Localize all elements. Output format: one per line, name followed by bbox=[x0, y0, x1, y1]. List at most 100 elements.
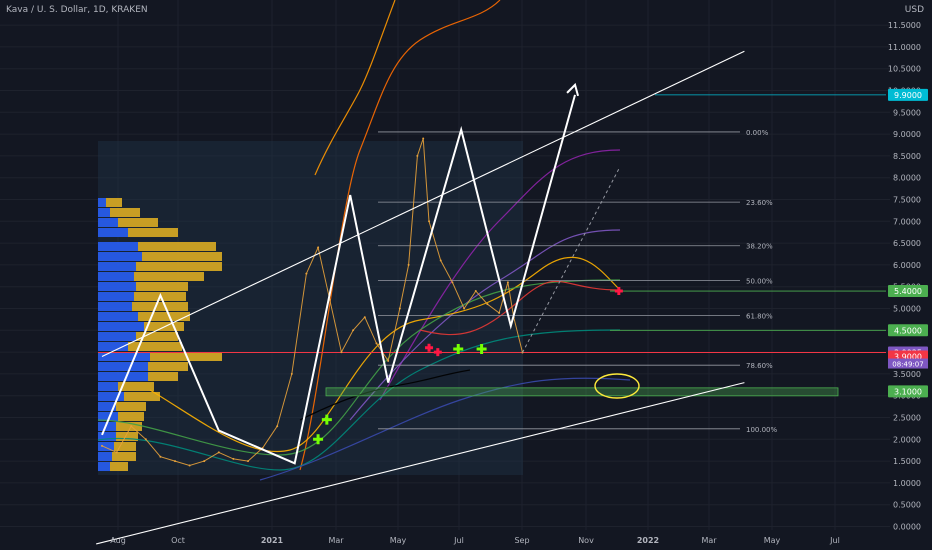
volume-up-bar bbox=[98, 372, 148, 381]
y-tick-label: 0.0000 bbox=[893, 523, 921, 532]
volume-down-bar bbox=[118, 412, 144, 421]
y-tick-label: 1.5000 bbox=[893, 457, 921, 466]
price-tag-label: 4.5000 bbox=[894, 326, 922, 335]
price-chart[interactable]: 0.00% 23.60% 38.20% 50.00% 61.80% 78.60% 100.0… bbox=[0, 0, 932, 550]
price-point bbox=[188, 464, 191, 467]
price-point bbox=[159, 455, 162, 458]
price-point bbox=[247, 460, 249, 463]
x-tick-label: Jul bbox=[829, 536, 840, 545]
volume-up-bar bbox=[98, 262, 136, 271]
price-tag-label: 9.9000 bbox=[894, 91, 922, 100]
volume-down-bar bbox=[116, 402, 146, 411]
price-tag-label: 5.4000 bbox=[894, 287, 922, 296]
volume-up-bar bbox=[98, 312, 138, 321]
price-point bbox=[486, 303, 489, 306]
y-tick-label: 6.0000 bbox=[893, 261, 921, 270]
x-tick-label: Mar bbox=[328, 536, 344, 545]
fib-level-label: 78.60% bbox=[746, 362, 773, 370]
volume-down-bar bbox=[138, 312, 190, 321]
volume-up-bar bbox=[98, 208, 110, 217]
volume-down-bar bbox=[138, 242, 216, 251]
price-point bbox=[290, 372, 293, 375]
volume-down-bar bbox=[142, 252, 222, 261]
volume-up-bar bbox=[98, 452, 112, 461]
volume-up-bar bbox=[98, 382, 118, 391]
x-tick-label: 2021 bbox=[261, 536, 284, 545]
price-point bbox=[101, 444, 103, 447]
volume-up-bar bbox=[98, 272, 134, 281]
x-tick-label: Mar bbox=[701, 536, 717, 545]
price-point bbox=[130, 425, 133, 428]
price-point bbox=[340, 351, 343, 354]
price-point bbox=[174, 460, 176, 463]
time-axis[interactable]: Aug Oct 2021 Mar May Jul Sep Nov 2022 Mar May Jul bbox=[110, 536, 840, 545]
fib-level-label: 100.00% bbox=[746, 426, 777, 434]
y-tick-label: 11.5000 bbox=[888, 21, 921, 30]
x-tick-label: 2022 bbox=[637, 536, 659, 545]
volume-up-bar bbox=[98, 462, 110, 471]
x-tick-label: Oct bbox=[171, 536, 185, 545]
fib-level-label: 38.20% bbox=[746, 243, 773, 251]
price-point bbox=[276, 425, 279, 428]
price-point bbox=[428, 220, 431, 223]
y-tick-label: 9.0000 bbox=[893, 130, 921, 139]
x-tick-label: May bbox=[390, 536, 407, 545]
price-point bbox=[498, 311, 501, 314]
x-tick-label: Sep bbox=[514, 536, 529, 545]
y-tick-label: 0.5000 bbox=[893, 501, 921, 510]
y-tick-label: 10.5000 bbox=[888, 65, 921, 74]
support-zone bbox=[325, 387, 839, 397]
x-tick-label: Jul bbox=[453, 536, 464, 545]
volume-up-bar bbox=[98, 352, 150, 361]
price-point bbox=[305, 272, 308, 275]
x-tick-label: Nov bbox=[578, 536, 594, 545]
volume-down-bar bbox=[106, 198, 122, 207]
fib-level-label: 50.00% bbox=[746, 278, 773, 286]
volume-up-bar bbox=[98, 252, 142, 261]
volume-down-bar bbox=[128, 342, 182, 351]
price-tag-label: 3.1000 bbox=[894, 387, 922, 396]
volume-up-bar bbox=[98, 242, 138, 251]
sell-signal-marker bbox=[614, 287, 623, 296]
y-tick-label: 2.0000 bbox=[893, 435, 921, 444]
y-tick-label: 2.5000 bbox=[893, 414, 921, 423]
price-point bbox=[363, 316, 366, 319]
volume-down-bar bbox=[118, 218, 158, 227]
volume-up-bar bbox=[98, 228, 128, 237]
price-point bbox=[416, 154, 419, 157]
price-point bbox=[352, 329, 355, 332]
volume-up-bar bbox=[98, 302, 132, 311]
price-point bbox=[506, 281, 509, 284]
volume-up-bar bbox=[98, 362, 148, 371]
projection-line bbox=[522, 168, 620, 353]
volume-down-bar bbox=[112, 452, 136, 461]
volume-down-bar bbox=[136, 282, 188, 291]
volume-down-bar bbox=[114, 442, 136, 451]
price-point bbox=[387, 359, 390, 362]
fib-level-label: 0.00% bbox=[746, 129, 769, 137]
price-point bbox=[422, 137, 425, 140]
volume-up-bar bbox=[98, 218, 118, 227]
volume-up-bar bbox=[98, 292, 134, 301]
price-point bbox=[463, 307, 466, 310]
volume-up-bar bbox=[98, 198, 106, 207]
volume-down-bar bbox=[134, 272, 204, 281]
y-tick-label: 11.0000 bbox=[888, 43, 921, 52]
y-tick-label: 8.5000 bbox=[893, 152, 921, 161]
y-tick-label: 3.5000 bbox=[893, 370, 921, 379]
fib-level-label: 61.80% bbox=[746, 312, 773, 320]
price-point bbox=[144, 438, 147, 441]
fib-level-label: 23.60% bbox=[746, 199, 773, 207]
y-tick-label: 1.0000 bbox=[893, 479, 921, 488]
volume-down-bar bbox=[110, 208, 140, 217]
volume-down-bar bbox=[136, 262, 222, 271]
currency-label[interactable]: USD bbox=[905, 5, 924, 15]
volume-down-bar bbox=[110, 462, 128, 471]
y-tick-label: 7.5000 bbox=[893, 196, 921, 205]
y-tick-label: 9.5000 bbox=[893, 108, 921, 117]
x-tick-label: Aug bbox=[110, 536, 126, 545]
countdown-label: 08:49:07 bbox=[892, 361, 923, 369]
symbol-header: Kava / U. S. Dollar, 1D, KRAKEN bbox=[6, 5, 148, 15]
price-point bbox=[232, 457, 235, 460]
price-point bbox=[375, 342, 378, 345]
